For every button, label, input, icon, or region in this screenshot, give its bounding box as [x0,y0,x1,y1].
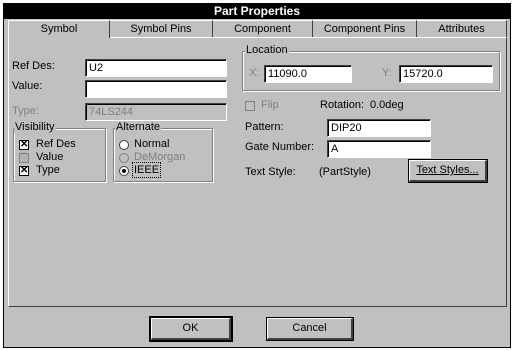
text-styles-button[interactable]: Text Styles... [408,159,488,183]
alternate-normal-label: Normal [134,138,170,150]
flip-label: Flip [261,99,279,111]
location-y-input[interactable]: 15720.0 [399,65,493,83]
refdes-input[interactable]: U2 [85,59,227,77]
part-properties-dialog: Part Properties Symbol Symbol Pins Compo… [3,3,511,348]
location-y-label: Y: [382,67,392,79]
tab-symbol[interactable]: Symbol [8,20,110,38]
type-visible-checkbox[interactable]: ✕ [19,166,29,176]
text-style-value: (PartStyle) [319,166,371,178]
value-visible-checkbox[interactable]: ▒ [19,153,29,163]
tab-symbol-pins[interactable]: Symbol Pins [110,20,213,37]
alternate-demorgan-label: DeMorgan [134,151,186,163]
rotation-label: Rotation: [320,99,365,111]
gate-number-label: Gate Number: [245,141,315,153]
text-style-label: Text Style: [245,166,296,178]
refdes-visible-label: Ref Des [36,138,76,150]
refdes-visible-checkbox[interactable]: ✕ [19,140,29,150]
location-group-title: Location [245,44,289,56]
alternate-demorgan-radio [119,153,129,163]
alternate-ieee-label: IEEE [131,162,162,178]
text-styles-button-label: Text Styles... [416,164,479,176]
value-label: Value: [12,80,43,92]
visibility-group-title: Visibility [14,121,56,133]
alternate-ieee-radio[interactable] [119,166,129,176]
refdes-label: Ref Des: [12,60,55,72]
rotation-value: 0.0deg [370,99,404,111]
value-input[interactable] [85,80,227,98]
alternate-normal-radio[interactable] [119,140,129,150]
pattern-input[interactable]: DIP20 [327,119,431,137]
tab-component-pins[interactable]: Component Pins [313,20,417,37]
cancel-button[interactable]: Cancel [266,317,354,341]
pattern-label: Pattern: [245,121,284,133]
tab-component[interactable]: Component [213,20,313,37]
ok-button[interactable]: OK [149,316,233,342]
location-x-label: X: [249,67,260,79]
flip-checkbox [245,101,255,111]
symbol-tab-panel: Ref Des: U2 Value: Type: 74LS244 Visibil… [8,37,507,307]
type-visible-label: Type [36,164,60,176]
value-visible-label: Value [36,151,64,163]
gate-number-input[interactable]: A [327,140,431,158]
type-input: 74LS244 [85,103,227,121]
location-x-input[interactable]: 11090.0 [264,65,352,83]
type-label: Type: [12,105,39,117]
alternate-group-title: Alternate [115,121,162,133]
tab-attributes[interactable]: Attributes [417,20,507,37]
dialog-title: Part Properties [4,4,510,19]
